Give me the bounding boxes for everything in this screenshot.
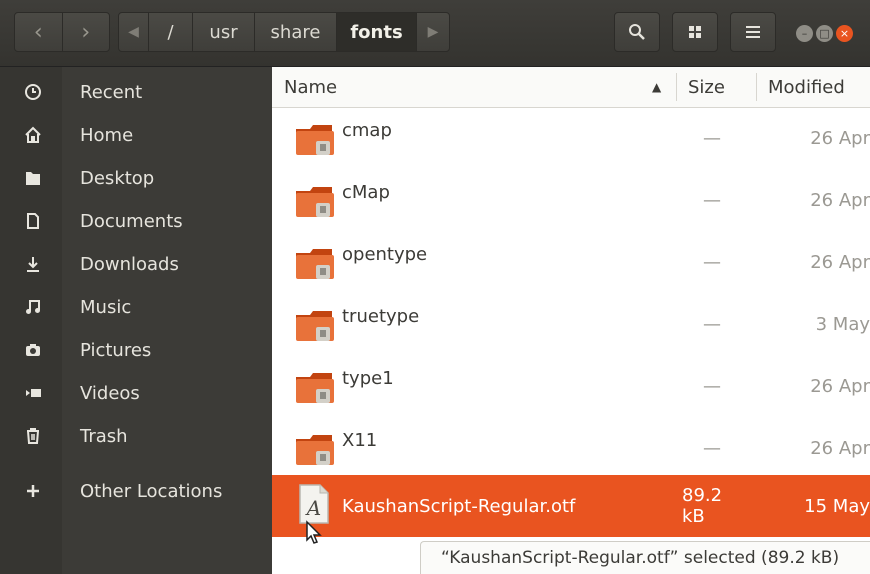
file-row-cMap[interactable]: cMap — 26 Apr [272, 169, 870, 231]
path-segment-fonts[interactable]: fonts [337, 13, 417, 51]
header-bar: ‹ › ◀ / usr share fonts ▶ – □ × [0, 0, 870, 67]
folder-locked-icon [296, 187, 334, 217]
path-segment-root[interactable]: / [149, 13, 193, 51]
file-size: — [703, 251, 721, 273]
file-name: cmap [342, 119, 392, 141]
file-name: opentype [342, 243, 428, 265]
folder-locked-icon [296, 311, 334, 341]
selection-status-bar: “KaushanScript-Regular.otf” selected (89… [420, 541, 870, 574]
sidebar-item-videos[interactable]: Videos [0, 372, 272, 414]
file-row-X11[interactable]: X11 — 26 Apr [272, 417, 870, 479]
grid-view-button[interactable] [672, 12, 718, 52]
sidebar-item-label: Pictures [80, 339, 152, 361]
file-modified: 26 Apr [810, 127, 870, 149]
sort-ascending-icon[interactable]: ▲ [652, 67, 661, 107]
menu-button[interactable] [730, 12, 776, 52]
music-icon [22, 296, 44, 318]
sidebar-item-label: Home [80, 124, 134, 146]
column-name[interactable]: Name [284, 67, 337, 107]
sidebar-item-label: Documents [80, 210, 183, 232]
sidebar-item-label: Trash [80, 425, 128, 447]
sidebar-item-label: Other Locations [80, 480, 223, 502]
minimize-icon[interactable]: – [796, 25, 813, 42]
desktop-folder-icon [22, 167, 44, 189]
file-size: — [703, 189, 721, 211]
file-modified: 26 Apr [810, 437, 870, 459]
clock-icon [22, 81, 44, 103]
svg-text:A: A [305, 496, 321, 520]
window-controls: – □ × [796, 25, 853, 42]
sidebar-item-label: Desktop [80, 167, 155, 189]
file-size: 89.2 kB [682, 485, 723, 527]
menu-icon [746, 26, 760, 38]
document-icon [22, 210, 44, 232]
plus-icon [22, 480, 44, 502]
file-name: type1 [342, 367, 394, 389]
folder-locked-icon [296, 249, 334, 279]
file-size: — [703, 375, 721, 397]
folder-locked-icon [296, 125, 334, 155]
file-name: KaushanScript-Regular.otf [342, 495, 576, 517]
path-scroll-left-icon[interactable]: ◀ [119, 13, 149, 51]
file-row-opentype[interactable]: opentype — 26 Apr [272, 231, 870, 293]
file-name: truetype [342, 305, 420, 327]
file-list-view: Name ▲ Size Modified cmap — 26 Apr cMap … [272, 67, 870, 574]
sidebar: Recent Home Desktop Documents Downloads … [0, 67, 272, 574]
sidebar-item-other-locations[interactable]: Other Locations [0, 470, 272, 512]
sidebar-item-desktop[interactable]: Desktop [0, 157, 272, 199]
sidebar-item-label: Recent [80, 81, 143, 103]
home-icon [22, 124, 44, 146]
file-row-truetype[interactable]: truetype — 3 May [272, 293, 870, 355]
trash-icon [22, 425, 44, 447]
file-modified: 26 Apr [810, 189, 870, 211]
file-modified: 26 Apr [810, 375, 870, 397]
file-modified: 15 May [804, 495, 870, 517]
file-size: — [703, 127, 721, 149]
close-icon[interactable]: × [836, 25, 853, 42]
sidebar-item-trash[interactable]: Trash [0, 415, 272, 457]
column-size[interactable]: Size [688, 67, 725, 107]
navigation-buttons: ‹ › [14, 12, 110, 52]
sidebar-item-documents[interactable]: Documents [0, 200, 272, 242]
folder-locked-icon [296, 373, 334, 403]
search-button[interactable] [614, 12, 660, 52]
download-icon [22, 253, 44, 275]
sidebar-item-label: Videos [80, 382, 140, 404]
video-icon [22, 382, 44, 404]
forward-icon[interactable]: › [61, 13, 110, 51]
path-segment-share[interactable]: share [255, 13, 337, 51]
camera-icon [22, 339, 44, 361]
sidebar-item-label: Music [80, 296, 132, 318]
search-icon [629, 24, 645, 40]
sidebar-item-pictures[interactable]: Pictures [0, 329, 272, 371]
folder-locked-icon [296, 435, 334, 465]
file-modified: 3 May [815, 313, 870, 335]
file-row-cmap[interactable]: cmap — 26 Apr [272, 107, 870, 169]
maximize-icon[interactable]: □ [816, 25, 833, 42]
file-name: X11 [342, 429, 378, 451]
path-segment-usr[interactable]: usr [193, 13, 255, 51]
file-size: — [703, 313, 721, 335]
font-file-icon: A [299, 484, 329, 524]
file-row-kaushanscript[interactable]: A KaushanScript-Regular.otf 89.2 kB 15 M… [272, 475, 870, 537]
sidebar-item-label: Downloads [80, 253, 179, 275]
sidebar-item-recent[interactable]: Recent [0, 71, 272, 113]
path-bar: ◀ / usr share fonts ▶ [118, 12, 450, 52]
grid-view-icon [689, 26, 701, 38]
file-row-type1[interactable]: type1 — 26 Apr [272, 355, 870, 417]
file-name: cMap [342, 181, 390, 203]
file-size: — [703, 437, 721, 459]
sidebar-item-downloads[interactable]: Downloads [0, 243, 272, 285]
back-icon[interactable]: ‹ [15, 13, 62, 51]
mouse-pointer-icon [306, 520, 322, 544]
sidebar-item-music[interactable]: Music [0, 286, 272, 328]
file-modified: 26 Apr [810, 251, 870, 273]
sidebar-item-home[interactable]: Home [0, 114, 272, 156]
path-scroll-right-icon[interactable]: ▶ [417, 13, 449, 51]
column-modified[interactable]: Modified [768, 67, 845, 107]
